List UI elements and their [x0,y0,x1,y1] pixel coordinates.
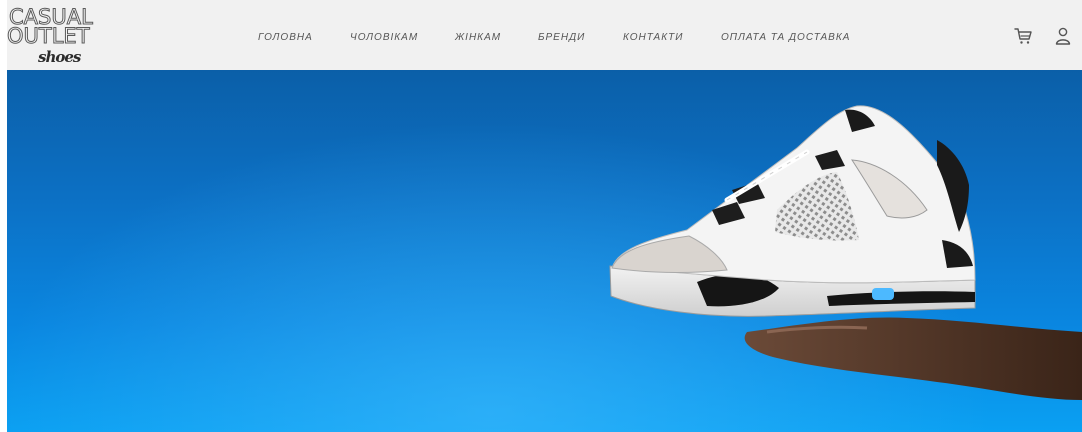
nav-item-brands[interactable]: БРЕНДИ [538,32,585,43]
nav-item-men[interactable]: ЧОЛОВІКАМ [350,32,418,43]
site-header: CASUAL OUTLET shoes ГОЛОВНА ЧОЛОВІКАМ ЖІ… [7,0,1082,70]
nav-item-contacts[interactable]: КОНТАКТИ [623,32,683,43]
user-icon[interactable] [1052,25,1074,47]
cart-icon[interactable] [1012,25,1034,47]
sneaker-on-hand-image [609,105,1082,400]
nav-item-home[interactable]: ГОЛОВНА [258,32,313,43]
nav-item-payment-delivery[interactable]: ОПЛАТА ТА ДОСТАВКА [721,32,850,43]
nav-item-women[interactable]: ЖІНКАМ [455,32,501,43]
main-nav: ГОЛОВНА ЧОЛОВІКАМ ЖІНКАМ БРЕНДИ КОНТАКТИ… [7,0,1082,70]
hero-banner [7,70,1082,432]
